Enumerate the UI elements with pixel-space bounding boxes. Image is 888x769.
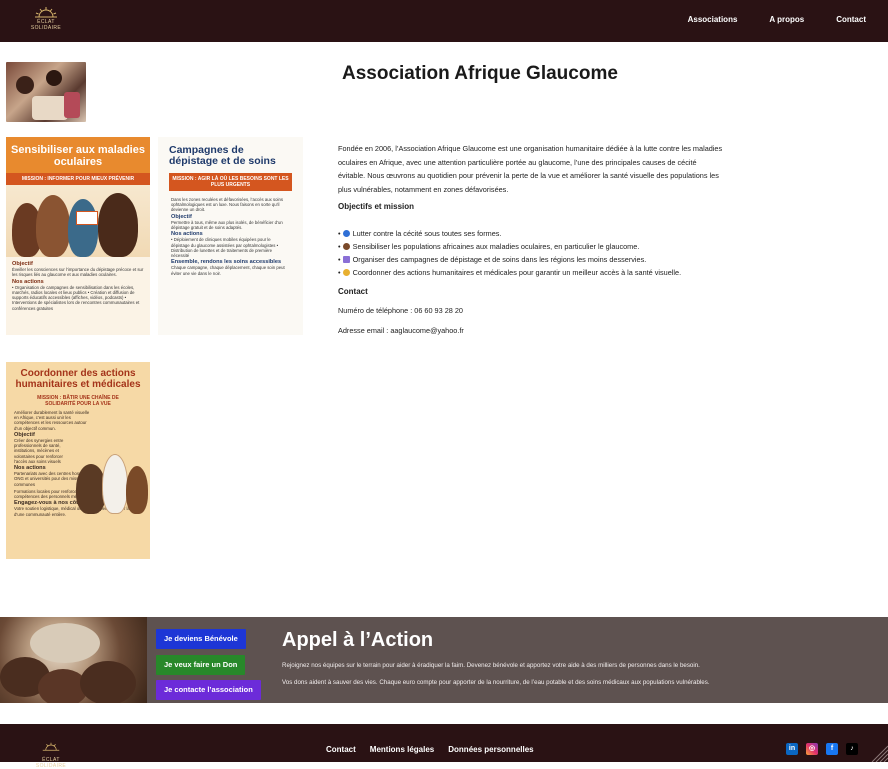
poster-objectif-text: Permettre à tous, même aux plus isolés, … xyxy=(171,219,283,231)
contact-heading: Contact xyxy=(338,287,368,297)
list-item: • Organiser des campagnes de dépistage e… xyxy=(338,255,647,265)
poster-mission: MISSION : BÂTIR UNE CHAÎNE DE SOLIDARITÉ… xyxy=(37,395,119,407)
footer-logo[interactable]: ÉCLAT SOLIDAIRE xyxy=(28,738,74,769)
nav-associations[interactable]: Associations xyxy=(688,15,738,24)
list-item: • Sensibiliser les populations africaine… xyxy=(338,242,640,252)
top-navbar: ÉCLAT SOLIDAIRE Associations A propos Co… xyxy=(0,0,888,42)
association-photo xyxy=(6,62,86,122)
objectives-heading: Objectifs et mission xyxy=(338,202,415,212)
poster-illustration xyxy=(76,454,148,514)
poster-mission: MISSION : AGIR LÀ OÙ LES BESOINS SONT LE… xyxy=(169,173,292,191)
main-nav: Associations A propos Contact xyxy=(688,15,866,24)
linkedin-icon[interactable]: in xyxy=(786,743,798,755)
eye-icon xyxy=(342,243,350,251)
poster-sensibiliser: Sensibiliser aux maladies oculaires MISS… xyxy=(6,137,150,335)
brand-logo[interactable]: ÉCLAT SOLIDAIRE xyxy=(24,6,68,31)
list-item: • Coordonner des actions humanitaires et… xyxy=(338,268,682,278)
donate-button[interactable]: Je veux faire un Don xyxy=(156,655,246,675)
poster-coordonner: Coordonner des actions humanitaires et m… xyxy=(6,362,150,559)
poster-actions-text: • Déploiement de cliniques mobiles équip… xyxy=(171,237,279,259)
poster-mission: MISSION : INFORMER POUR MIEUX PRÉVENIR xyxy=(6,173,150,185)
poster-objectif-text: Créer des synergies entre professionnels… xyxy=(14,438,64,464)
sunrise-logo-icon xyxy=(42,742,60,751)
cta-paragraph-2: Vos dons aident à sauver des vies. Chaqu… xyxy=(282,679,710,686)
poster-title: Coordonner des actions humanitaires et m… xyxy=(15,368,141,390)
handshake-icon xyxy=(342,269,350,277)
poster-title: Sensibiliser aux maladies oculaires xyxy=(6,137,150,173)
association-description: Fondée en 2006, l’Association Afrique Gl… xyxy=(338,142,723,335)
call-to-action-section: Je deviens Bénévole Je veux faire un Don… xyxy=(0,617,888,703)
footer-link-contact[interactable]: Contact xyxy=(326,745,356,754)
page-title: Association Afrique Glaucome xyxy=(342,63,618,84)
cta-title: Appel à l’Action xyxy=(282,629,434,651)
nav-contact[interactable]: Contact xyxy=(836,15,866,24)
poster-intro: Dans les zones reculées et défavorisées,… xyxy=(171,197,284,213)
poster-campagnes: Campagnes de dépistage et de soins MISSI… xyxy=(158,137,303,335)
footer-brand-name: ÉCLAT SOLIDAIRE xyxy=(35,757,67,769)
cta-paragraph-1: Rejoignez nos équipes sur le terrain pou… xyxy=(282,662,700,669)
cta-hands-photo xyxy=(0,617,147,703)
brand-name: ÉCLAT SOLIDAIRE xyxy=(30,19,62,31)
instagram-icon[interactable]: ◎ xyxy=(806,743,818,755)
phone-text: Numéro de téléphone : 06 60 93 28 20 xyxy=(338,306,463,316)
contact-association-button[interactable]: Je contacte l’association xyxy=(156,680,261,700)
corner-stripes-decoration xyxy=(871,745,888,762)
social-links: in ◎ f ♪ xyxy=(786,743,858,755)
volunteer-button[interactable]: Je deviens Bénévole xyxy=(156,629,246,649)
poster-objectif-text: Éveiller les consciences sur l’importanc… xyxy=(12,267,144,278)
intro-paragraph: Fondée en 2006, l’Association Afrique Gl… xyxy=(338,144,723,194)
poster-intro: Améliorer durablement la santé visuelle … xyxy=(14,410,90,431)
footer-links: Contact Mentions légales Données personn… xyxy=(326,745,534,754)
globe-icon xyxy=(342,230,350,238)
objectives-list: • Lutter contre la cécité sous toutes se… xyxy=(338,227,723,279)
list-item: • Lutter contre la cécité sous toutes se… xyxy=(338,229,502,239)
poster-actions-text: • Organisation de campagnes de sensibili… xyxy=(12,284,140,311)
poster-closing-text: Chaque campagne, chaque déplacement, cha… xyxy=(171,265,285,276)
poster-title: Campagnes de dépistage et de soins xyxy=(169,144,276,167)
footer-link-mentions-legales[interactable]: Mentions légales xyxy=(370,745,434,754)
nav-a-propos[interactable]: A propos xyxy=(769,15,804,24)
clipboard-icon xyxy=(342,256,350,264)
footer-link-donnees-personnelles[interactable]: Données personnelles xyxy=(448,745,533,754)
poster-illustration xyxy=(6,185,150,257)
footer: ÉCLAT SOLIDAIRE Contact Mentions légales… xyxy=(0,724,888,769)
sunrise-logo-icon xyxy=(35,7,57,18)
email-text: Adresse email : aaglaucome@yahoo.fr xyxy=(338,326,464,336)
tiktok-icon[interactable]: ♪ xyxy=(846,743,858,755)
facebook-icon[interactable]: f xyxy=(826,743,838,755)
